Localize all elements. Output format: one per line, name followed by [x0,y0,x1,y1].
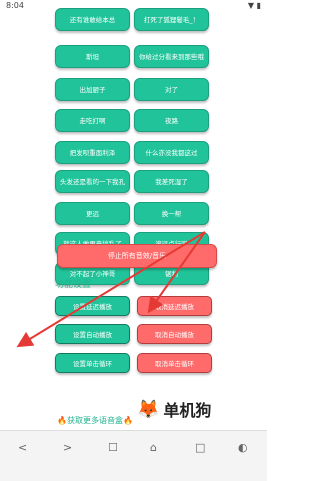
sound-button[interactable]: 对了 [134,78,209,101]
sound-button[interactable]: 你给过分看来到那些哦 [134,45,209,68]
section-title: 功能设置 [55,280,92,290]
cancel-loop-button[interactable]: 取消单击循环 [137,353,212,373]
sound-button[interactable]: 出加厨子 [55,78,130,101]
sound-button[interactable]: 夜路 [134,109,209,132]
more-voices-link[interactable]: 🔥获取更多语音盒🔥 [57,415,133,426]
status-icons: ▼ ▮ [247,1,261,10]
sound-button[interactable]: 斯坦 [55,45,130,68]
logo-text: 单机狗 [163,401,212,420]
sound-button[interactable]: 走吃打啊 [55,109,130,132]
set-loop-button[interactable]: 设置单击循环 [55,353,130,373]
cancel-autoplay-button[interactable]: 取消自动播放 [137,324,212,344]
set-delay-button[interactable]: 设置延迟播放 [55,296,130,316]
back-icon[interactable]: < [18,441,27,454]
sound-button[interactable]: 头发还是看的一下我孔 [55,170,130,193]
fox-icon: 🦊 [137,398,160,420]
bookmark-icon[interactable]: ☐ [108,441,118,454]
sound-button[interactable]: 我差死湿了 [134,170,209,193]
sound-button[interactable]: 什么亦没我都这过 [134,141,209,164]
cancel-delay-button[interactable]: 取消延迟播放 [137,296,212,316]
sound-button[interactable]: 打死了狐狸鬈毛_！ [134,8,209,31]
sound-button[interactable]: 换一帮 [134,202,209,225]
set-autoplay-button[interactable]: 设置自动播放 [55,324,130,344]
toggle-icon[interactable]: ◐ [238,441,248,454]
tabs-icon[interactable]: □ [195,441,205,454]
sound-button[interactable]: 还有谁敢给本总 [55,8,130,31]
browser-nav-bar: < > ⌂ □ ☐ ◐ [0,430,267,481]
status-time: 8:04 [6,1,24,10]
home-icon[interactable]: ⌂ [150,441,157,454]
logo: 🦊 单机狗 [137,396,217,422]
sound-button[interactable]: 把发呗重面利泽 [55,141,130,164]
forward-icon[interactable]: > [63,441,72,454]
stop-all-button[interactable]: 停止所有音效/音乐 [57,244,217,268]
sound-button[interactable]: 更远 [55,202,130,225]
